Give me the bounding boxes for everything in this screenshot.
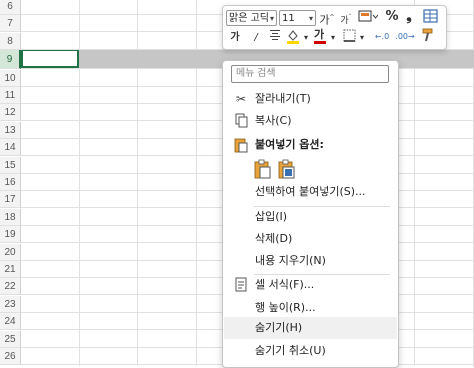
row-header-14[interactable]: 14 [0,139,21,156]
mini-toolbar: 맑은 고딕 ▾ 11 ▾ 가^ 가ˇ % ❟ 가 / ▾ 가 ▾ ▾ ←.0 .… [222,5,447,50]
active-cell[interactable] [21,49,79,68]
menu-item-label: 셀 서식(F)... [255,278,315,291]
scissors-icon: ✂ [235,92,247,106]
menu-item-label: 삭제(D) [255,232,293,245]
row-header-10[interactable]: 10 [0,70,21,87]
row-header-13[interactable]: 13 [0,122,21,139]
decrease-decimal-button[interactable]: .00→ [394,28,416,45]
row-header-8[interactable]: 8 [0,33,21,50]
row-header-15[interactable]: 15 [0,157,21,174]
menu-item-label: 붙여넣기 옵션: [255,138,324,151]
italic-button[interactable]: / [247,29,265,46]
menu-item-format-cells[interactable]: 셀 서식(F)... [224,274,397,296]
row-header-17[interactable]: 17 [0,191,21,208]
menu-item-hide[interactable]: 숨기기(H) [224,317,397,339]
format-painter-button[interactable] [419,28,437,45]
context-menu: 메뉴 검색 ✂ 잘라내기(T) 복사(C) 붙여넣기 옵션: 선택하여 붙여넣기 [222,60,399,368]
borders-icon [343,29,355,42]
row-header-19[interactable]: 19 [0,226,21,243]
menu-item-clear-contents[interactable]: 내용 지우기(N) [224,250,397,272]
menu-item-delete[interactable]: 삭제(D) [224,228,397,250]
chevron-down-icon: ▾ [308,14,313,23]
row-header-11[interactable]: 11 [0,87,21,104]
format-painter-table-button[interactable] [422,9,438,26]
decrease-font-icon: 가 [340,16,349,26]
menu-item-label: 숨기기(H) [255,321,303,334]
bold-icon: 가 [230,32,240,43]
font-name-value: 맑은 고딕 [229,13,269,24]
row-header-7[interactable]: 7 [0,15,21,32]
font-color-swatch [314,41,326,44]
row-header-22[interactable]: 22 [0,278,21,295]
menu-item-label: 선택하여 붙여넣기(S)... [255,185,366,198]
copy-icon [234,113,248,129]
row-header-9[interactable]: 9 [0,50,21,69]
increase-decimal-icon: ←.0 [374,32,390,41]
fill-color-icon [287,30,299,44]
align-center-button[interactable] [267,29,283,46]
fill-color-button[interactable] [285,28,301,45]
menu-item-insert[interactable]: 삽입(I) [224,206,397,228]
menu-item-unhide[interactable]: 숨기기 취소(U) [224,340,397,362]
menu-search-input[interactable]: 메뉴 검색 [231,65,389,83]
menu-item-label: 숨기기 취소(U) [255,344,326,357]
increase-font-button[interactable]: 가^ [319,9,335,27]
paste-option-values-button[interactable] [278,159,296,179]
decrease-font-button[interactable]: 가ˇ [338,9,354,26]
row-header-12[interactable]: 12 [0,104,21,121]
row-header-23[interactable]: 23 [0,296,21,313]
increase-font-icon: 가 [319,13,330,27]
font-name-combo[interactable]: 맑은 고딕 ▾ [226,10,277,26]
menu-item-label: 행 높이(R)... [255,301,316,314]
decrease-decimal-icon: .00→ [395,32,415,41]
font-color-button[interactable]: 가 [313,28,327,45]
chevron-down-icon: ▾ [359,33,364,42]
menu-search-placeholder: 메뉴 검색 [236,68,276,79]
chevron-down-icon: ▾ [303,33,308,42]
borders-dropdown[interactable]: ▾ [358,29,366,46]
chevron-down-icon: ▾ [330,33,335,42]
percent-style-button[interactable]: % [385,8,399,25]
fill-color-dropdown[interactable]: ▾ [302,29,310,46]
format-cells-icon [234,277,248,293]
row-header-25[interactable]: 25 [0,331,21,348]
increase-decimal-button[interactable]: ←.0 [371,28,393,45]
row-header-21[interactable]: 21 [0,261,21,278]
row-header-16[interactable]: 16 [0,174,21,191]
bold-button[interactable]: 가 [227,29,243,46]
comma-icon: ❟ [406,8,412,24]
font-size-combo[interactable]: 11 ▾ [279,10,316,26]
row-header-6[interactable]: 6 [0,0,21,15]
align-center-icon [270,30,280,40]
row-header-26[interactable]: 26 [0,348,21,365]
table-style-icon [422,9,438,23]
row-header-20[interactable]: 20 [0,244,21,261]
row-header-18[interactable]: 18 [0,209,21,226]
menu-item-label: 잘라내기(T) [255,92,311,105]
menu-item-cut[interactable]: ✂ 잘라내기(T) [224,88,397,110]
menu-item-copy[interactable]: 복사(C) [224,110,397,132]
chevron-down-icon: ▾ [269,14,274,23]
paste-clipboard-icon [254,159,271,179]
number-format-button[interactable] [357,9,379,26]
paintbrush-icon [422,28,432,42]
number-format-icon [358,10,379,22]
row-header-24[interactable]: 24 [0,313,21,330]
font-size-value: 11 [282,13,295,24]
menu-item-row-height[interactable]: 행 높이(R)... [224,297,397,319]
menu-item-paste-special[interactable]: 선택하여 붙여넣기(S)... [224,181,397,203]
font-color-dropdown[interactable]: ▾ [329,29,337,46]
paste-values-icon [278,159,295,179]
paste-option-keep-source-button[interactable] [254,159,272,179]
borders-button[interactable] [341,29,357,46]
comma-style-button[interactable]: ❟ [403,8,415,25]
menu-item-paste-options: 붙여넣기 옵션: [224,134,397,156]
menu-item-label: 복사(C) [255,114,292,127]
menu-item-label: 삽입(I) [255,210,288,223]
italic-icon: / [254,32,258,43]
paste-icon [234,137,248,153]
percent-icon: % [385,9,399,24]
menu-item-label: 내용 지우기(N) [255,254,326,267]
